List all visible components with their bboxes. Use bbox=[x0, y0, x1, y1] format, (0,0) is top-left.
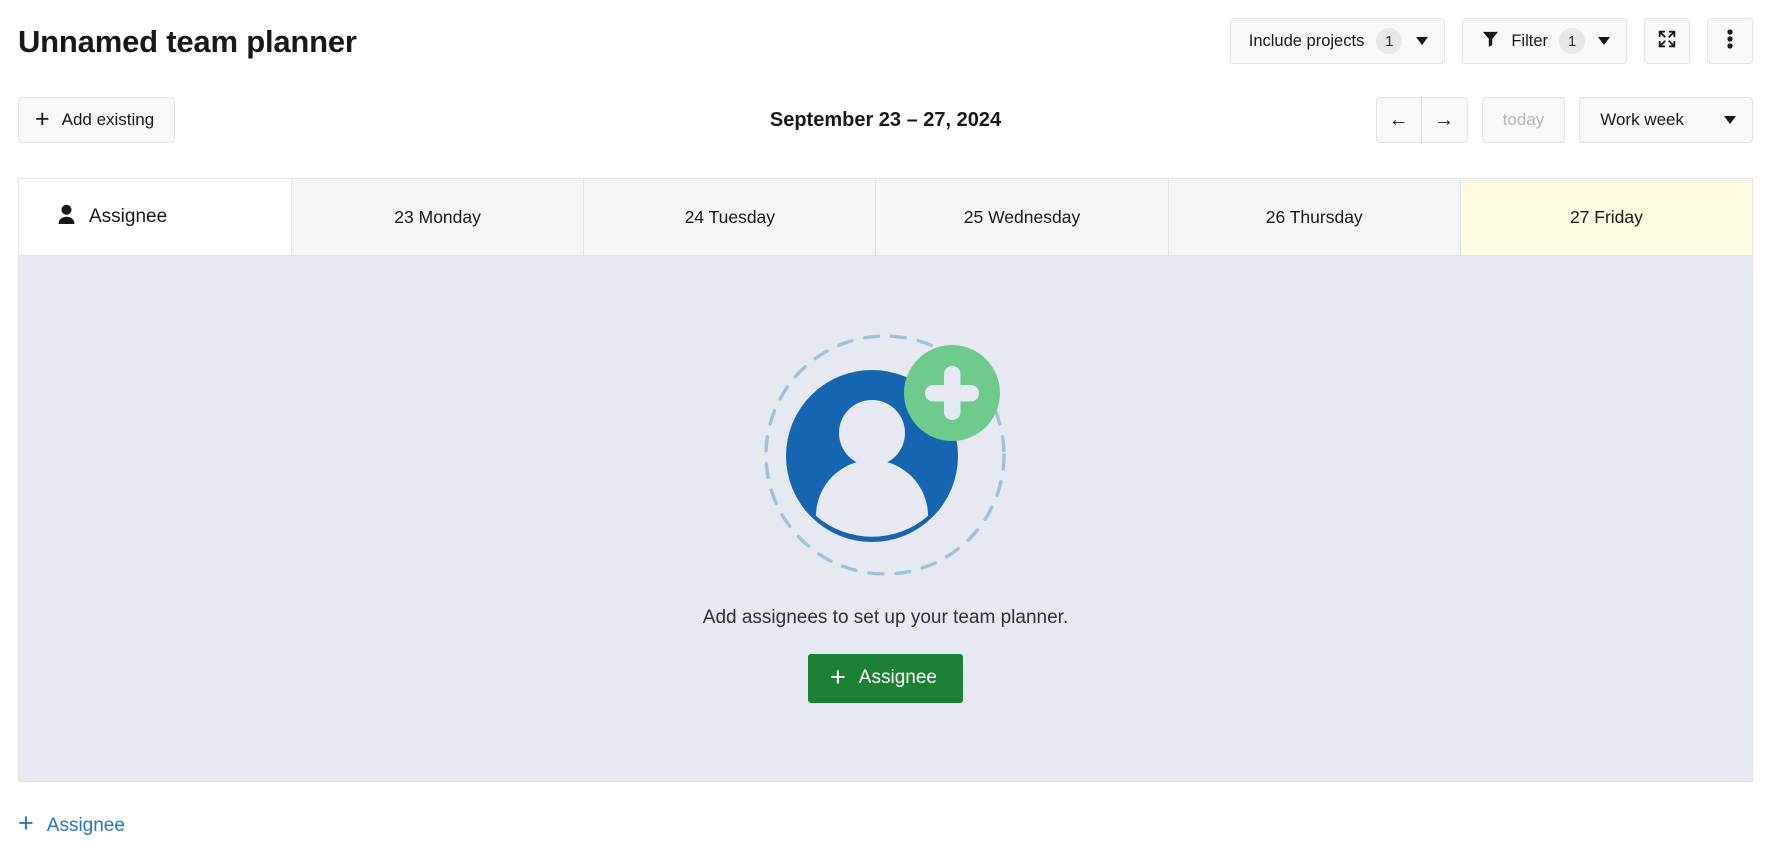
chevron-down-icon bbox=[1416, 37, 1429, 45]
person-icon bbox=[57, 204, 76, 231]
prev-next-group: ← → bbox=[1375, 97, 1468, 143]
plus-icon: + bbox=[830, 661, 846, 692]
column-header-day-thursday[interactable]: 26 Thursday bbox=[1168, 179, 1461, 256]
arrow-left-icon: ← bbox=[1388, 108, 1409, 131]
column-header-assignee-label: Assignee bbox=[89, 206, 168, 227]
add-existing-button[interactable]: + Add existing bbox=[18, 97, 176, 143]
add-assignee-primary-button[interactable]: + Assignee bbox=[808, 653, 963, 703]
today-button[interactable]: today bbox=[1481, 97, 1566, 143]
add-assignee-link[interactable]: + Assignee bbox=[18, 808, 125, 839]
empty-state-message: Add assignees to set up your team planne… bbox=[702, 606, 1069, 628]
fullscreen-button[interactable] bbox=[1644, 18, 1690, 64]
add-existing-label: Add existing bbox=[61, 110, 155, 129]
column-header-day-tuesday[interactable]: 24 Tuesday bbox=[584, 179, 877, 256]
filter-label: Filter bbox=[1511, 31, 1548, 50]
add-assignee-primary-label: Assignee bbox=[858, 667, 937, 688]
day-header-label: 27 Friday bbox=[1569, 206, 1643, 227]
empty-state: Add assignees to set up your team planne… bbox=[703, 330, 1068, 703]
filter-count-badge: 1 bbox=[1559, 28, 1585, 54]
next-period-button[interactable]: → bbox=[1421, 97, 1468, 143]
calendar-body-empty: Add assignees to set up your team planne… bbox=[19, 256, 1752, 781]
day-header-label: 23 Monday bbox=[394, 206, 481, 227]
calendar-toolbar: + Add existing September 23 – 27, 2024 ←… bbox=[0, 82, 1771, 158]
chevron-down-icon bbox=[1724, 116, 1736, 124]
chevron-down-icon bbox=[1598, 37, 1610, 45]
view-mode-value: Work week bbox=[1600, 110, 1684, 129]
plus-icon: + bbox=[18, 808, 34, 838]
team-planner-calendar: Assignee 23 Monday 24 Tuesday 25 Wednesd… bbox=[18, 178, 1753, 782]
header-actions: Include projects 1 Filter 1 bbox=[1229, 18, 1753, 64]
funnel-icon bbox=[1481, 29, 1500, 53]
column-header-day-monday[interactable]: 23 Monday bbox=[292, 179, 585, 256]
view-mode-select[interactable]: Work week bbox=[1579, 97, 1753, 143]
include-projects-button[interactable]: Include projects 1 bbox=[1229, 18, 1446, 64]
column-header-day-wednesday[interactable]: 25 Wednesday bbox=[876, 179, 1169, 256]
filter-button[interactable]: Filter 1 bbox=[1462, 18, 1627, 64]
include-projects-label: Include projects bbox=[1248, 31, 1365, 50]
add-person-illustration bbox=[760, 330, 1010, 585]
page-title: Unnamed team planner bbox=[18, 23, 357, 59]
top-header-bar: Unnamed team planner Include projects 1 … bbox=[0, 0, 1771, 82]
plus-icon: + bbox=[35, 104, 50, 133]
team-planner-page: Unnamed team planner Include projects 1 … bbox=[0, 0, 1771, 853]
column-header-assignee[interactable]: Assignee bbox=[19, 179, 292, 256]
calendar-header-row: Assignee 23 Monday 24 Tuesday 25 Wednesd… bbox=[19, 179, 1752, 256]
calendar-nav-controls: ← → today Work week bbox=[1375, 97, 1753, 143]
fullscreen-expand-icon bbox=[1656, 28, 1678, 55]
column-header-day-friday-today[interactable]: 27 Friday bbox=[1460, 179, 1752, 256]
day-header-label: 25 Wednesday bbox=[963, 206, 1081, 227]
add-assignee-link-label: Assignee bbox=[46, 814, 125, 836]
arrow-right-icon: → bbox=[1434, 108, 1455, 131]
more-options-button[interactable] bbox=[1707, 18, 1753, 64]
day-header-label: 26 Thursday bbox=[1265, 206, 1363, 227]
day-header-label: 24 Tuesday bbox=[684, 206, 776, 227]
vertical-ellipsis-icon bbox=[1727, 28, 1733, 55]
include-projects-count-badge: 1 bbox=[1376, 28, 1403, 54]
previous-period-button[interactable]: ← bbox=[1375, 97, 1422, 143]
